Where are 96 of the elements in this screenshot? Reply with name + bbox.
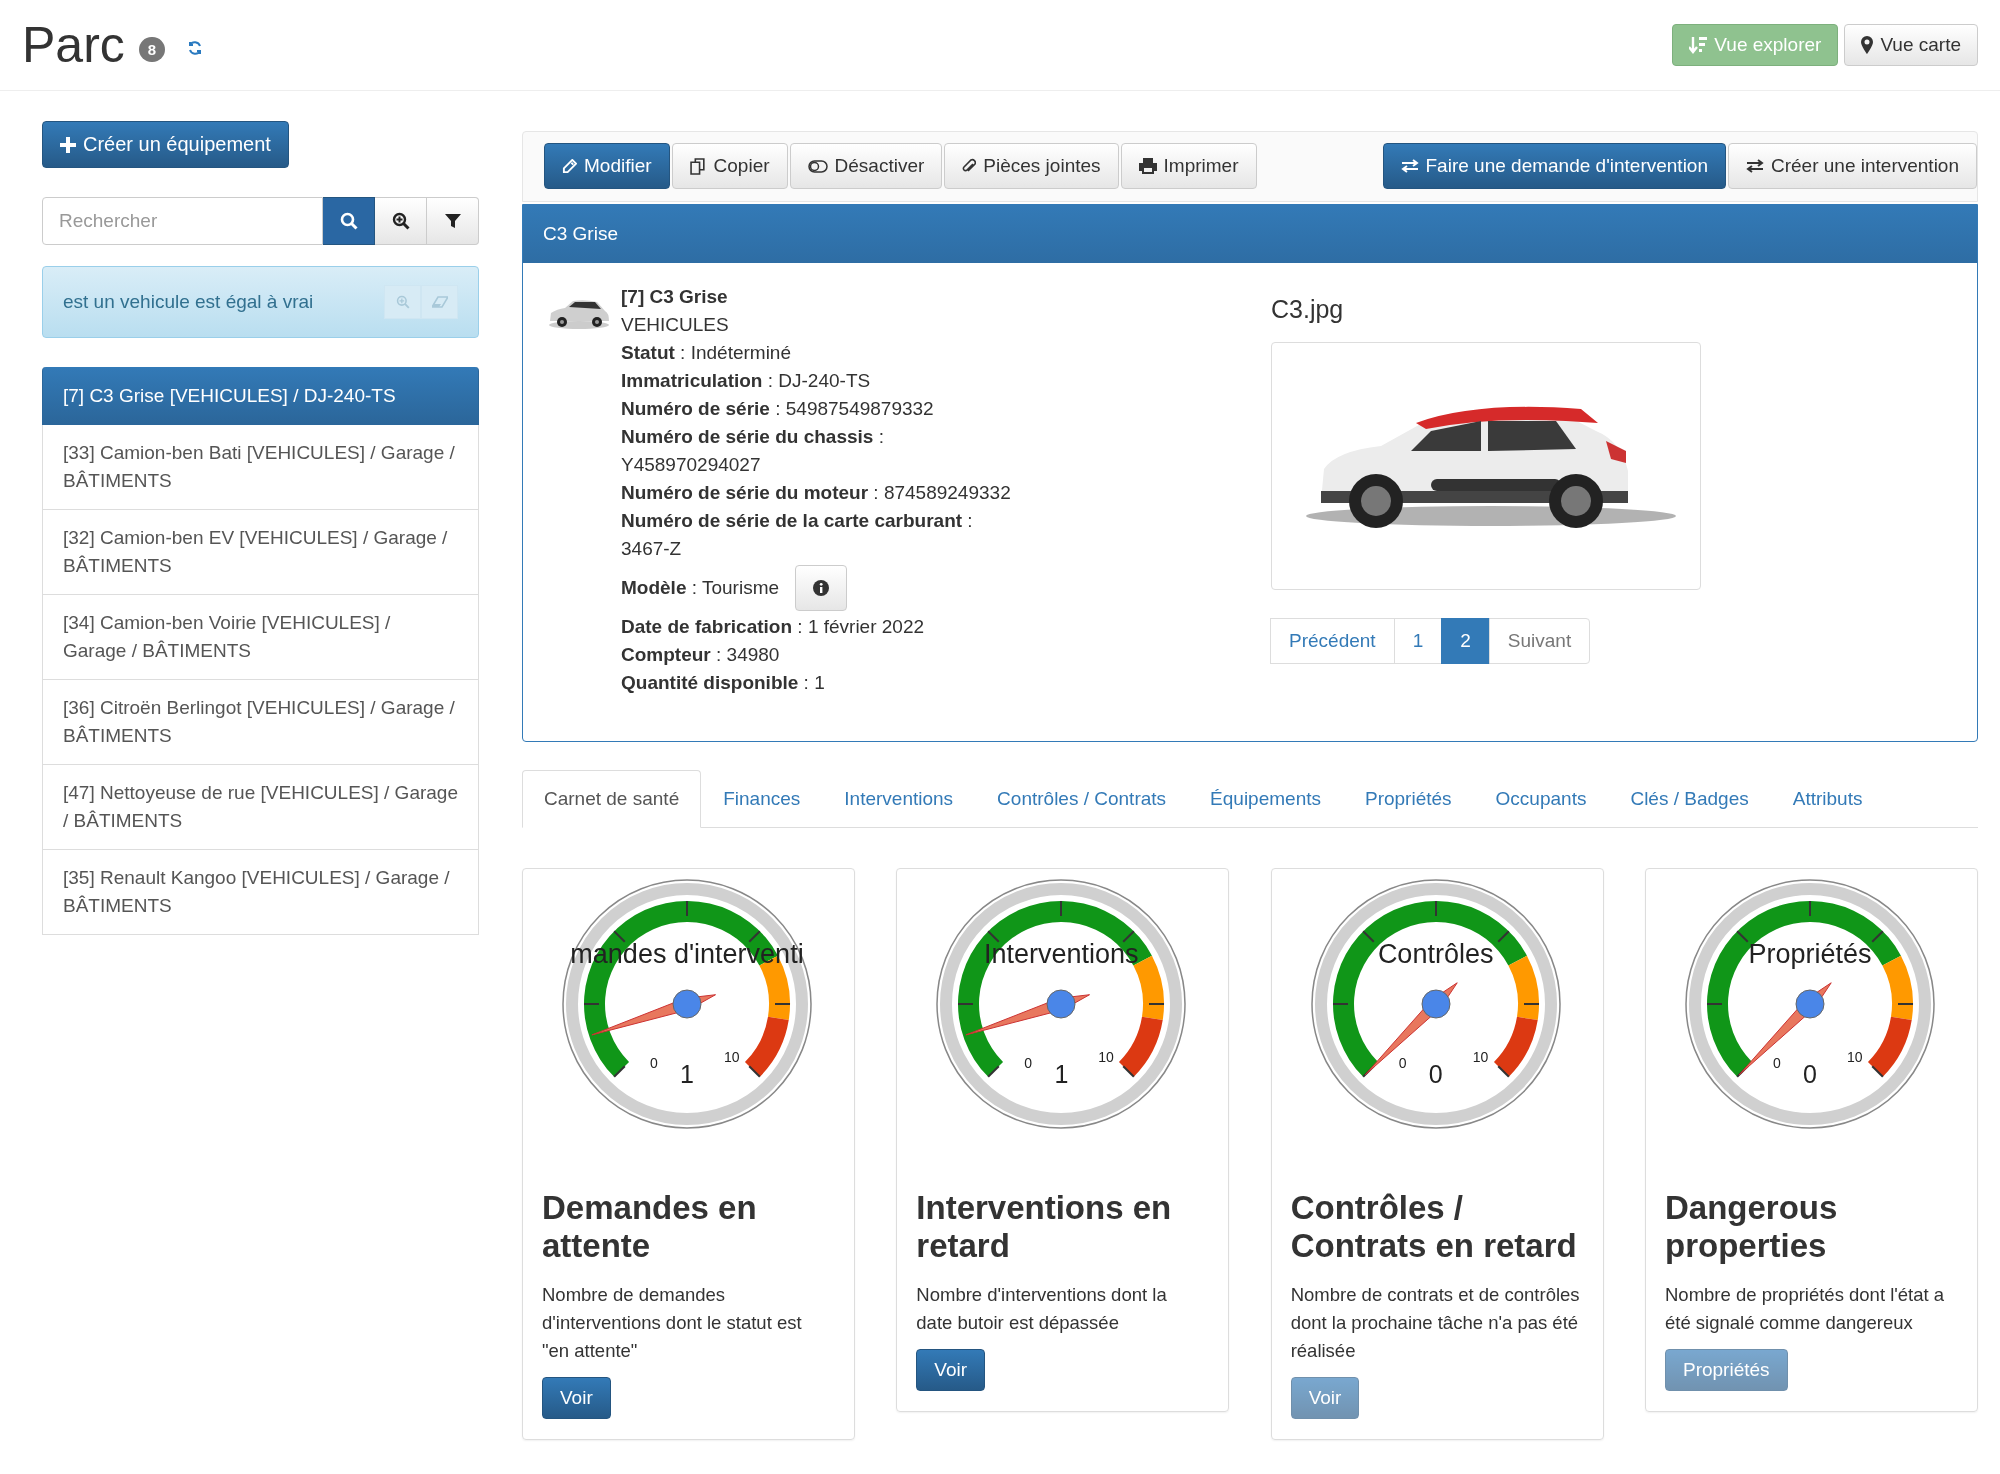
filter-text: est un vehicule est égal à vrai [63,291,314,313]
gauge-max-label: 10 [724,1049,740,1065]
card-button[interactable]: Voir [542,1377,611,1419]
previous-page-link[interactable]: Précédent [1270,618,1395,664]
gauge-value: 0 [1803,1060,1817,1089]
count-badge: 8 [138,36,166,62]
equipment-category: VEHICULES [621,313,730,337]
gauge-max-label: 10 [1098,1049,1114,1065]
exchange-icon [1746,159,1764,173]
sort-icon [1689,35,1708,55]
tab[interactable]: Interventions [822,770,976,828]
eraser-icon [431,296,448,308]
gauge-min-label: 0 [1773,1055,1781,1071]
pencil-icon [562,158,577,174]
create-equipment-button[interactable]: Créer un équipement [42,121,289,168]
equipment-list-item[interactable]: [7] C3 Grise [VEHICULES] / DJ-240-TS [42,367,479,425]
gauge-value: 0 [1428,1060,1443,1089]
gauge-max-label: 10 [1472,1049,1489,1065]
zoom-in-icon [395,295,410,309]
printer-icon [1138,158,1157,174]
toolbar-button[interactable]: Pièces jointes [944,143,1119,189]
equipment-list-item[interactable]: [47] Nettoyeuse de rue [VEHICULES] / Garage / BÂTIMENTS [42,765,479,850]
field-line: Numéro de série du moteur : 874589249332 [621,481,1011,505]
exchange-icon [1400,159,1419,173]
field-line: Immatriculation : DJ-240-TS [621,369,872,393]
toggle-icon [807,159,828,173]
search-icon [339,212,358,230]
toolbar-button[interactable]: Désactiver [789,143,943,189]
refresh-icon[interactable] [187,40,204,56]
tab[interactable]: Propriétés [1343,770,1474,828]
field-line: Quantité disponible : 1 [621,671,826,695]
tab[interactable]: Clés / Badges [1608,770,1771,828]
image-filename: C3.jpg [1271,295,1344,324]
copy-icon [689,157,707,175]
toolbar-button[interactable]: Imprimer [1120,143,1257,189]
page-link[interactable]: 2 [1441,618,1490,664]
field-line: Date de fabrication : 1 février 2022 [621,615,926,639]
gauge-max-label: 10 [1847,1049,1863,1065]
tab[interactable]: Finances [701,770,823,828]
search-button[interactable] [323,197,375,245]
card-description: Nombre de contrats et de contrôles dont la prochaine tâche n'a pas été réalisée [1290,1283,1581,1363]
gauge-min-label: 0 [1024,1055,1033,1071]
tab[interactable]: Équipements [1188,770,1343,828]
gauge-title: Propriétés [1747,939,1873,970]
tab[interactable]: Occupants [1473,770,1609,828]
next-page-link[interactable]: Suivant [1488,618,1591,664]
toolbar-button[interactable]: Modifier [544,143,670,189]
toolbar-button[interactable]: Faire une demande d'intervention [1382,143,1726,189]
needle-hub [1046,989,1076,1019]
card-description: Nombre d'interventions dont la date butoir est dépassée [916,1283,1168,1335]
field-line: Numéro de série : 54987549879332 [621,397,935,421]
field-line: Compteur : 34980 [621,643,781,667]
needle-hub [672,989,702,1019]
gauge-min-label: 0 [650,1055,658,1071]
info-icon [813,580,830,596]
equipment-list-item[interactable]: [35] Renault Kangoo [VEHICULES] / Garage / BÂTIMENTS [42,850,479,935]
equipment-list-item[interactable]: [36] Citroën Berlingot [VEHICULES] / Garage / BÂTIMENTS [42,680,479,765]
filter-button[interactable] [427,197,479,245]
tab[interactable]: Contrôles / Contrats [975,770,1189,828]
advanced-search-button[interactable] [375,197,427,245]
field-line: Statut : Indéterminé [621,341,792,365]
page-link[interactable]: 1 [1393,618,1443,664]
equipment-list-item[interactable]: [34] Camion-ben Voirie [VEHICULES] / Garage / BÂTIMENTS [42,595,479,680]
gauge-title: Contrôles [1376,939,1495,970]
card-heading: Demandes en attente [542,1189,758,1265]
filter-icon [444,213,461,229]
field-line: Modèle : Tourisme [621,576,780,600]
card-heading: Dangerous properties [1665,1189,1839,1265]
card-description: Nombre de propriétés dont l'état a été signalé comme dangereux [1665,1283,1946,1335]
needle-hub [1795,989,1825,1019]
equipment-name: [7] C3 Grise [621,285,729,309]
page-title: Parc [22,16,125,74]
equipment-list-item[interactable]: [33] Camion-ben Bati [VEHICULES] / Garage / BÂTIMENTS [42,425,479,510]
panel-title: C3 Grise [543,223,618,245]
gauge-min-label: 0 [1398,1055,1407,1071]
card-description: Nombre de demandes d'interventions dont le statut est "en attente" [542,1283,803,1363]
equipment-list-item[interactable]: [32] Camion-ben EV [VEHICULES] / Garage / BÂTIMENTS [42,510,479,595]
toolbar-button[interactable]: Créer une intervention [1728,143,1977,189]
view-button[interactable]: Vue carte [1844,24,1978,66]
pin-icon [1861,36,1874,54]
card-heading: Contrôles / Contrats en retard [1290,1189,1578,1265]
gauge-value: 1 [680,1060,694,1089]
tab[interactable]: Attributs [1770,770,1885,828]
card-heading: Interventions en retard [916,1189,1173,1265]
field-line: Numéro de série de la carte carburant : 3467-Z [621,509,974,561]
gauge-value: 1 [1054,1060,1069,1089]
needle-hub [1421,989,1451,1019]
toolbar-button[interactable]: Copier [671,143,788,189]
search-field[interactable]: Rechercher [42,197,323,245]
paperclip-icon [962,158,977,174]
info-button[interactable] [795,565,848,611]
field-line: Numéro de série du chassis : Y458970294027 [621,425,885,477]
card-button[interactable]: Voir [916,1349,986,1391]
tab[interactable]: Carnet de santé [522,770,702,828]
plus-icon [60,136,76,153]
zoom-in-icon [391,212,410,230]
